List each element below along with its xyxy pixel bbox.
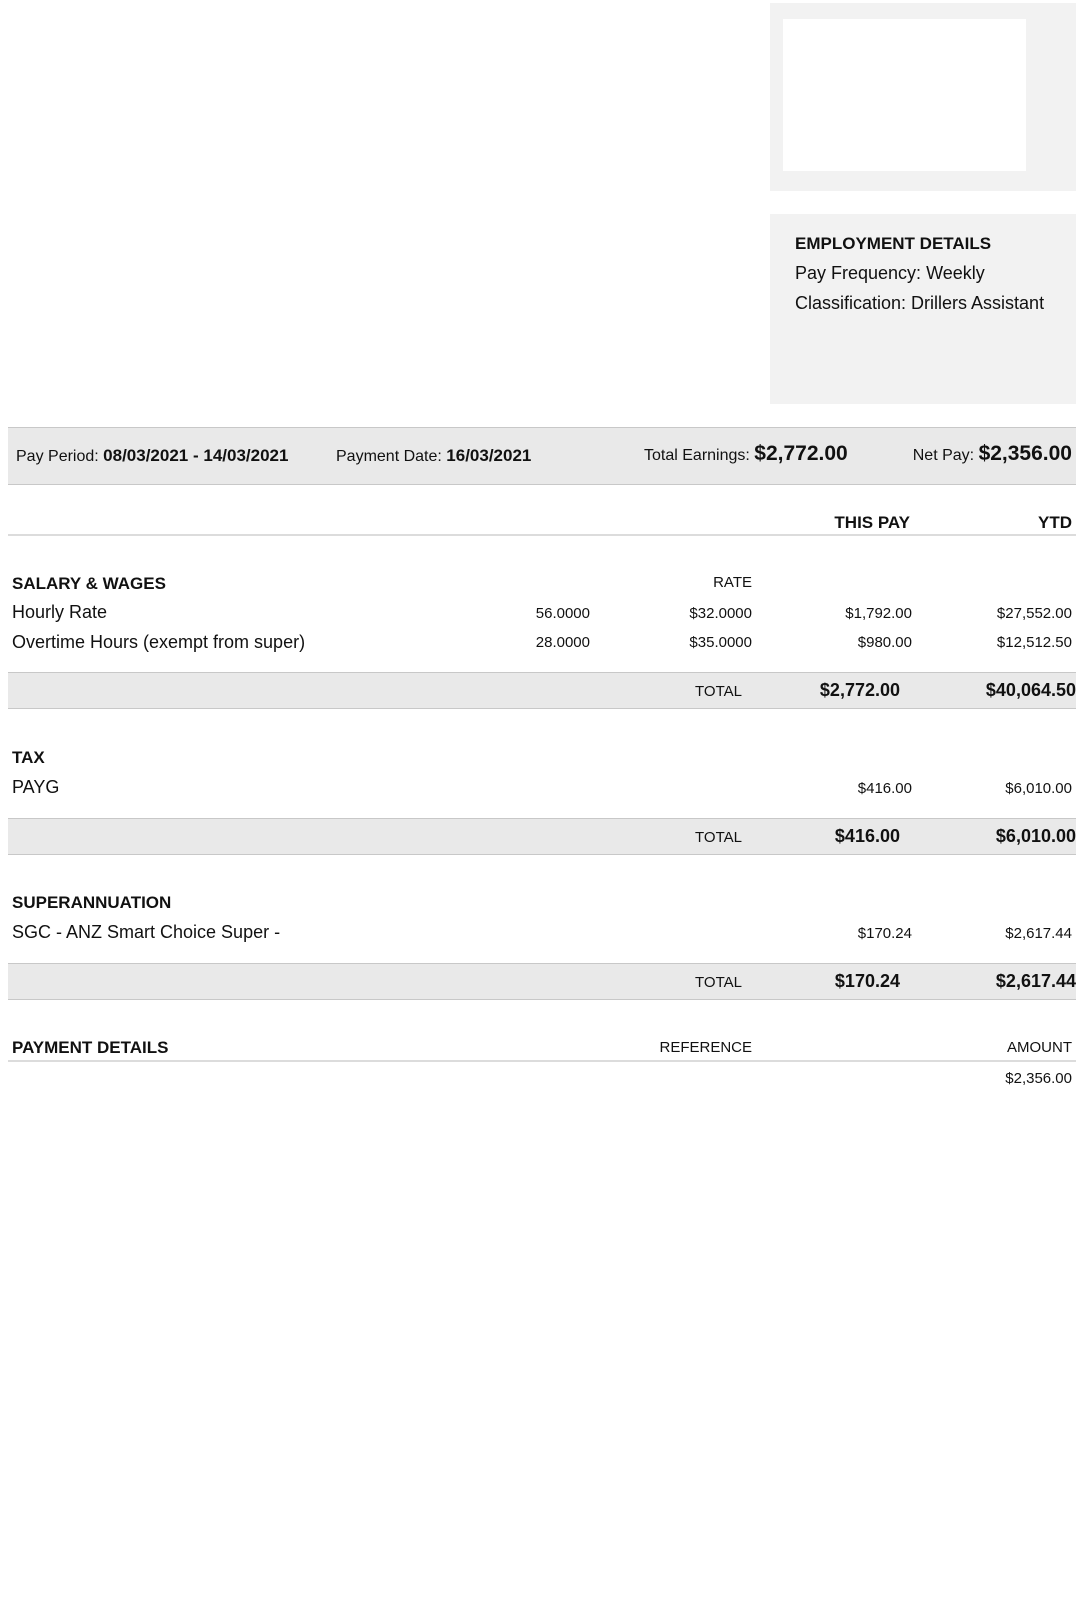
row-label: PAYG [12,777,60,797]
row-rate: $32.0000 [689,605,752,622]
total-ytd: $2,617.44 [995,971,1076,991]
pay-period: Pay Period: 08/03/2021 - 14/03/2021 [16,446,288,466]
superannuation-heading: SUPERANNUATION [12,893,172,912]
total-ytd: $40,064.50 [985,680,1076,700]
payment-amount: $2,356.00 [1005,1070,1072,1087]
row-this-pay: $980.00 [857,634,912,651]
total-this-pay: $2,772.00 [819,680,900,700]
payment-details-heading: PAYMENT DETAILS [12,1038,169,1057]
total-earnings-value: $2,772.00 [754,442,848,465]
total-label: TOTAL [695,683,742,700]
total-earnings-label: Total Earnings: [644,447,750,464]
salary-wages-heading: SALARY & WAGES [12,574,166,593]
row-qty: 56.0000 [535,605,590,622]
row-label: Hourly Rate [12,602,108,622]
row-ytd: $27,552.00 [996,605,1072,622]
reference-header: REFERENCE [659,1039,752,1056]
row-this-pay: $170.24 [857,925,912,942]
payment-header-divider [8,1060,1076,1062]
employment-details-panel: EMPLOYMENT DETAILS Pay Frequency: Weekly… [770,214,1076,404]
super-total-row: TOTAL $170.24 $2,617.44 [8,963,1076,1000]
payment-date: Payment Date: 16/03/2021 [336,446,531,466]
total-label: TOTAL [695,974,742,991]
tax-heading: TAX [12,748,45,767]
pay-period-value: 08/03/2021 - 14/03/2021 [103,446,289,465]
row-ytd: $2,617.44 [1005,925,1072,942]
total-earnings: Total Earnings: $2,772.00 [644,442,848,466]
net-pay-value: $2,356.00 [978,442,1072,465]
amount-header: AMOUNT [1007,1039,1072,1056]
row-label: Overtime Hours (exempt from super) [12,632,306,652]
total-this-pay: $416.00 [834,826,900,846]
column-header-divider [8,534,1076,536]
row-this-pay: $416.00 [857,780,912,797]
pay-period-label: Pay Period: [16,448,99,465]
row-this-pay: $1,792.00 [845,605,912,622]
salary-total-row: TOTAL $2,772.00 $40,064.50 [8,672,1076,709]
ytd-header: YTD [1038,513,1072,532]
tax-total-row: TOTAL $416.00 $6,010.00 [8,818,1076,855]
classification: Classification: Drillers Assistant [795,293,1045,313]
total-label: TOTAL [695,829,742,846]
row-qty: 28.0000 [535,634,590,651]
total-ytd: $6,010.00 [995,826,1076,846]
net-pay-label: Net Pay: [912,447,975,464]
row-rate: $35.0000 [689,634,752,651]
employment-details-title: EMPLOYMENT DETAILS [795,234,992,253]
row-ytd: $12,512.50 [996,634,1072,651]
row-ytd: $6,010.00 [1005,780,1072,797]
payment-date-value: 16/03/2021 [446,446,532,465]
pay-summary-bar: Pay Period: 08/03/2021 - 14/03/2021 Paym… [8,427,1076,485]
pay-frequency: Pay Frequency: Weekly [795,263,985,283]
payment-date-label: Payment Date: [336,448,442,465]
this-pay-header: THIS PAY [834,513,910,532]
logo-placeholder [783,19,1026,171]
logo-panel [770,3,1076,191]
rate-header: RATE [713,574,752,591]
net-pay: Net Pay: $2,356.00 [913,442,1072,466]
total-this-pay: $170.24 [834,971,900,991]
row-label: SGC - ANZ Smart Choice Super - [12,922,281,942]
